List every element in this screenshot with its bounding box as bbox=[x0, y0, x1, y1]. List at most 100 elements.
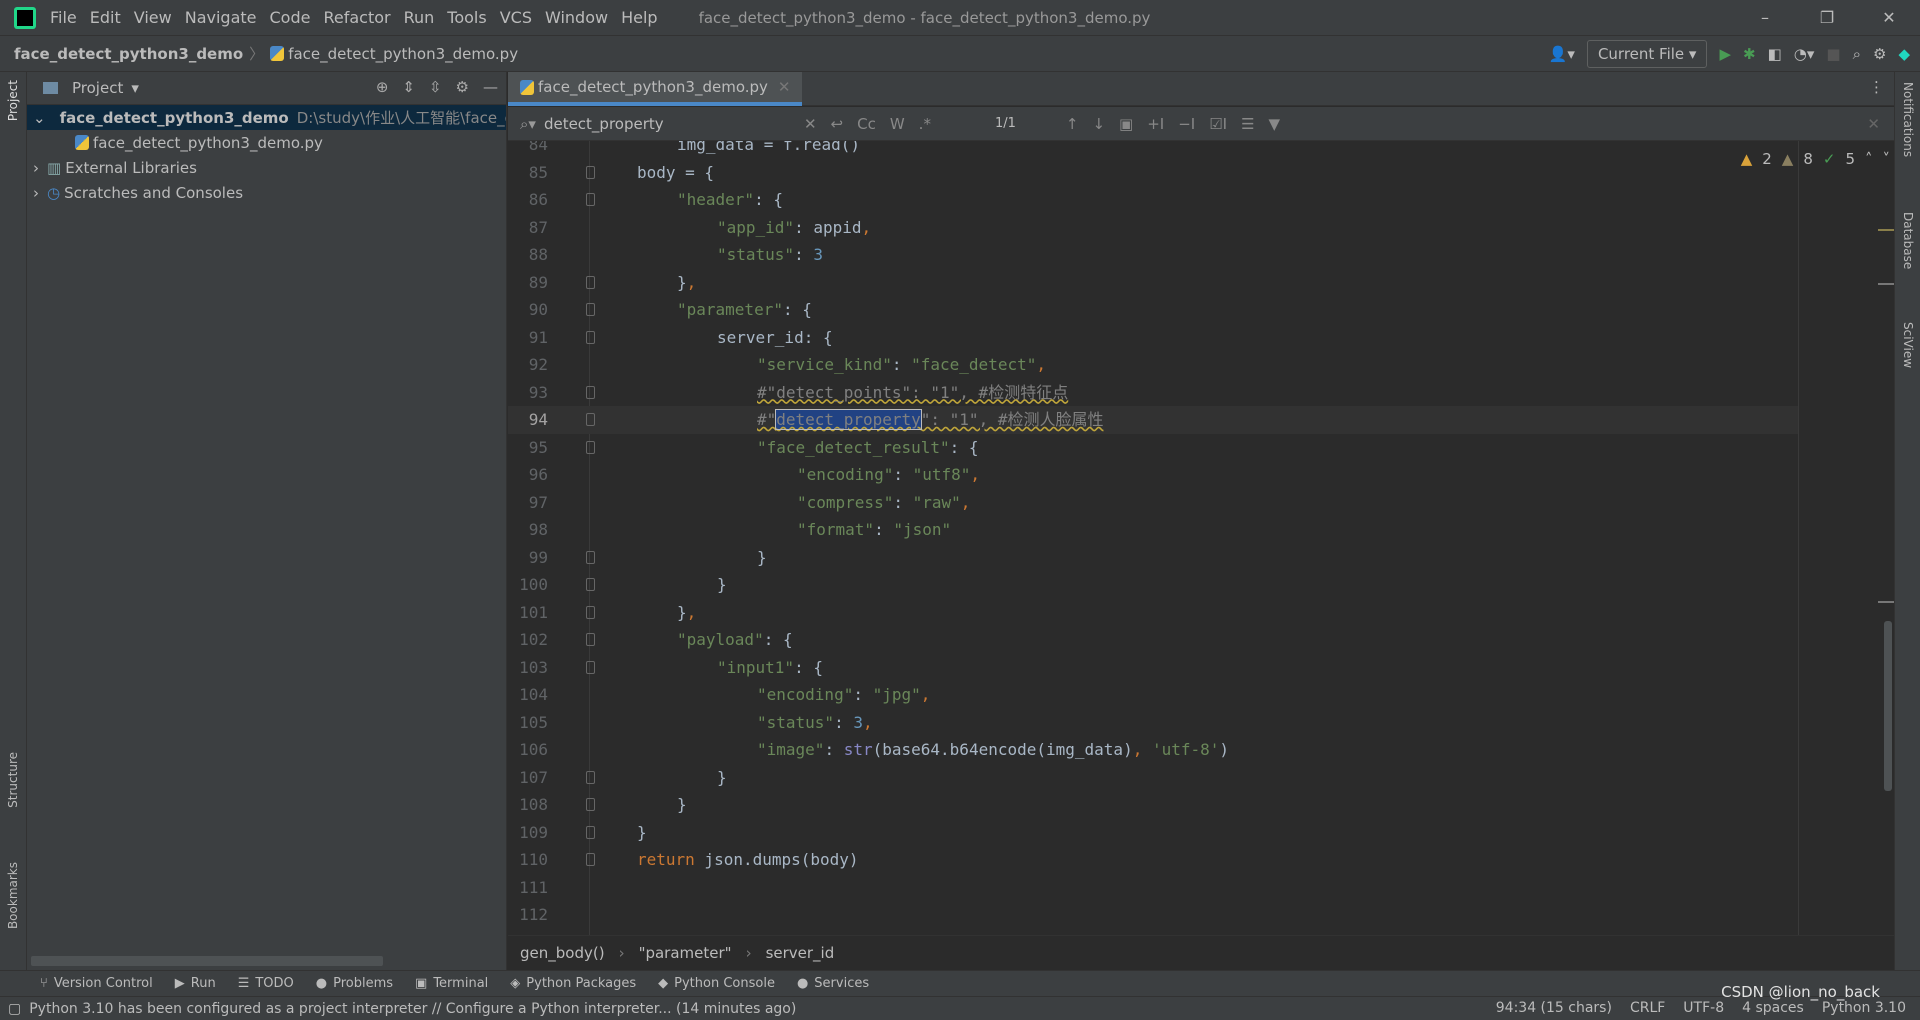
tool-window-terminal[interactable]: ▣ Terminal bbox=[415, 976, 488, 991]
menu-window[interactable]: Window bbox=[545, 8, 608, 27]
next-match-icon[interactable]: ↓ bbox=[1092, 115, 1105, 133]
code-line[interactable]: 109} bbox=[508, 819, 1798, 847]
code-line[interactable]: 92 "service_kind": "face_detect", bbox=[508, 351, 1798, 379]
profile-icon[interactable]: ◔▾ bbox=[1794, 45, 1815, 63]
code-line[interactable]: 97 "compress": "raw", bbox=[508, 489, 1798, 517]
run-icon[interactable]: ▶ bbox=[1719, 45, 1731, 63]
close-find-icon[interactable]: ✕ bbox=[1867, 115, 1880, 133]
menu-tools[interactable]: Tools bbox=[447, 8, 486, 27]
caret-position[interactable]: 94:34 (15 chars) bbox=[1496, 1000, 1612, 1016]
menu-vcs[interactable]: VCS bbox=[500, 8, 532, 27]
code-line[interactable]: 104 "encoding": "jpg", bbox=[508, 681, 1798, 709]
menu-help[interactable]: Help bbox=[621, 8, 657, 27]
fold-marker-icon[interactable] bbox=[586, 385, 595, 399]
bookmarks-tool-button[interactable]: Bookmarks bbox=[6, 862, 20, 929]
code-line[interactable]: 96 "encoding": "utf8", bbox=[508, 461, 1798, 489]
stop-icon[interactable]: ■ bbox=[1826, 45, 1840, 63]
fold-marker-icon[interactable] bbox=[586, 825, 595, 839]
select-all-icon[interactable]: ☑I bbox=[1209, 115, 1227, 133]
minimize-button[interactable]: – bbox=[1734, 0, 1796, 36]
notifications-tool-button[interactable]: Notifications bbox=[1901, 82, 1915, 157]
filter-icon[interactable]: ▼ bbox=[1269, 115, 1281, 133]
coverage-icon[interactable]: ◧ bbox=[1768, 45, 1782, 63]
regex-toggle[interactable]: .* bbox=[919, 115, 931, 133]
user-icon[interactable]: 👤▾ bbox=[1549, 45, 1575, 63]
fold-marker-icon[interactable] bbox=[586, 633, 595, 646]
code-line[interactable]: 101}, bbox=[508, 599, 1798, 627]
fold-marker-icon[interactable] bbox=[586, 165, 595, 179]
fold-marker-icon[interactable] bbox=[586, 770, 595, 784]
hide-icon[interactable]: — bbox=[483, 78, 498, 96]
line-separator[interactable]: CRLF bbox=[1630, 1000, 1665, 1016]
remove-selection-icon[interactable]: −I bbox=[1178, 115, 1195, 133]
fold-marker-icon[interactable] bbox=[586, 605, 595, 619]
horizontal-scrollbar[interactable] bbox=[31, 956, 383, 966]
menu-refactor[interactable]: Refactor bbox=[323, 8, 390, 27]
close-tab-icon[interactable]: ✕ bbox=[778, 78, 791, 96]
tool-window-problems[interactable]: ● Problems bbox=[316, 976, 393, 991]
debug-icon[interactable]: ✱ bbox=[1743, 45, 1756, 63]
error-stripe-mark[interactable] bbox=[1878, 601, 1894, 603]
vertical-scrollbar[interactable] bbox=[1884, 621, 1892, 791]
code-line[interactable]: 90 "parameter": { bbox=[508, 296, 1798, 324]
search-input[interactable]: detect_property bbox=[544, 115, 804, 133]
code-line[interactable]: 105 "status": 3, bbox=[508, 709, 1798, 737]
code-line[interactable]: 93 #"detect_points": "1", #检测特征点 bbox=[508, 379, 1798, 407]
fold-marker-icon[interactable] bbox=[586, 798, 595, 811]
tree-item-root[interactable]: ⌄ face_detect_python3_demo D:\study\作业\人工智… bbox=[27, 105, 506, 130]
code-line[interactable]: 111 bbox=[508, 874, 1798, 902]
interpreter[interactable]: Python 3.10 bbox=[1822, 1000, 1906, 1016]
breadcrumb-item[interactable]: server_id bbox=[766, 944, 835, 962]
code-line[interactable]: 100} bbox=[508, 571, 1798, 599]
file-encoding[interactable]: UTF-8 bbox=[1683, 1000, 1724, 1016]
code-line[interactable]: 87 "app_id": appid, bbox=[508, 214, 1798, 242]
status-message[interactable]: Python 3.10 has been configured as a pro… bbox=[29, 1001, 796, 1017]
status-toggle-icon[interactable]: ▢ bbox=[8, 1001, 21, 1017]
code-line[interactable]: 106 "image": str(base64.b64encode(img_dat… bbox=[508, 736, 1798, 764]
code-line[interactable]: 85 body = { bbox=[508, 159, 1798, 187]
restore-button[interactable]: ❐ bbox=[1796, 0, 1858, 36]
tool-window-todo[interactable]: ☰ TODO bbox=[238, 976, 294, 991]
indent-setting[interactable]: 4 spaces bbox=[1742, 1000, 1804, 1016]
breadcrumb-item[interactable]: "parameter" bbox=[639, 944, 732, 962]
menu-navigate[interactable]: Navigate bbox=[185, 8, 257, 27]
tree-item-external-libraries[interactable]: › ▥ External Libraries bbox=[27, 155, 506, 180]
menu-view[interactable]: View bbox=[134, 8, 172, 27]
fold-marker-icon[interactable] bbox=[586, 660, 595, 674]
fold-marker-icon[interactable] bbox=[586, 330, 595, 344]
code-line[interactable]: 95 "face_detect_result": { bbox=[508, 434, 1798, 462]
expand-all-icon[interactable]: ⇕ bbox=[402, 78, 415, 96]
error-stripe-mark[interactable] bbox=[1878, 229, 1894, 231]
code-line[interactable]: 102 "payload": { bbox=[508, 626, 1798, 654]
fold-marker-icon[interactable] bbox=[586, 853, 595, 866]
error-stripe-mark[interactable] bbox=[1878, 283, 1894, 285]
gear-icon[interactable]: ⚙ bbox=[456, 78, 469, 96]
menu-edit[interactable]: Edit bbox=[90, 8, 121, 27]
prev-match-icon[interactable]: ↑ bbox=[1066, 115, 1079, 133]
code-line[interactable]: 84 img_data = f.read() bbox=[508, 141, 1798, 159]
newline-icon[interactable]: ↩ bbox=[831, 115, 844, 133]
nav-file[interactable]: face_detect_python3_demo.py bbox=[288, 45, 518, 63]
prev-problem-icon[interactable]: ˄ bbox=[1865, 150, 1873, 168]
code-line[interactable]: 107} bbox=[508, 764, 1798, 792]
inspection-widget[interactable]: ▲ 2 ▲ 8 ✓ 5 ˄ ˅ bbox=[1741, 150, 1890, 168]
tool-window-python-packages[interactable]: ◈ Python Packages bbox=[510, 976, 636, 991]
code-line[interactable]: 89}, bbox=[508, 269, 1798, 297]
tool-window-python-console[interactable]: ◆ Python Console bbox=[658, 976, 775, 991]
sciview-tool-button[interactable]: SciView bbox=[1901, 322, 1915, 368]
menu-run[interactable]: Run bbox=[404, 8, 435, 27]
add-selection-icon[interactable]: +I bbox=[1147, 115, 1164, 133]
code-line[interactable]: 91 server_id: { bbox=[508, 324, 1798, 352]
code-line[interactable]: 110 return json.dumps(body) bbox=[508, 846, 1798, 874]
more-icon[interactable]: ⋮ bbox=[1869, 78, 1884, 96]
nav-project[interactable]: face_detect_python3_demo bbox=[14, 45, 243, 63]
code-line[interactable]: 98 "format": "json" bbox=[508, 516, 1798, 544]
fold-marker-icon[interactable] bbox=[586, 275, 595, 289]
code-line[interactable]: 103 "input1": { bbox=[508, 654, 1798, 682]
settings-icon[interactable]: ⚙ bbox=[1873, 45, 1886, 63]
tool-window-version-control[interactable]: ⑂ Version Control bbox=[40, 976, 153, 991]
fold-marker-icon[interactable] bbox=[586, 440, 595, 454]
run-config-select[interactable]: Current File ▾ bbox=[1586, 40, 1708, 68]
code-line[interactable]: 88 "status": 3 bbox=[508, 241, 1798, 269]
tool-window-services[interactable]: ● Services bbox=[797, 976, 869, 991]
